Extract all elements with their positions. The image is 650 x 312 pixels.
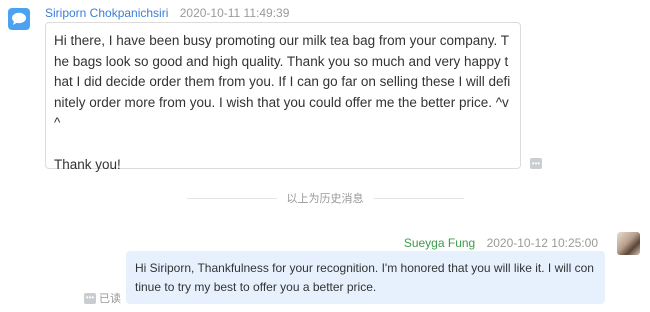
history-divider: 以上为历史消息 [0, 190, 650, 206]
read-status: ••• 已读 [84, 290, 121, 306]
user-avatar[interactable] [617, 232, 640, 255]
incoming-sender-name[interactable]: Siriporn Chokpanichsiri [45, 6, 168, 20]
more-options-icon[interactable]: ••• [84, 292, 96, 304]
history-divider-label: 以上为历史消息 [286, 193, 364, 205]
incoming-timestamp: 2020-10-11 11:49:39 [179, 6, 290, 20]
outgoing-message-bubble[interactable]: Hi Siriporn, Thankfulness for your recog… [126, 251, 605, 304]
outgoing-message-header: Sueyga Fung 2020-10-12 10:25:00 [404, 236, 598, 250]
read-status-label: 已读 [99, 293, 121, 305]
incoming-message-bubble[interactable]: Hi there, I have been busy promoting our… [45, 22, 521, 172]
sender-avatar-icon[interactable] [8, 8, 30, 30]
outgoing-timestamp: 2020-10-12 10:25:00 [486, 236, 598, 250]
incoming-message-text: Hi there, I have been busy promoting our… [54, 33, 511, 172]
divider-line-right [373, 197, 464, 199]
divider-line-left [186, 197, 277, 199]
outgoing-message-text: Hi Siriporn, Thankfulness for your recog… [135, 261, 594, 294]
more-options-icon[interactable]: ••• [530, 158, 542, 169]
outgoing-sender-name[interactable]: Sueyga Fung [404, 236, 475, 250]
incoming-message-header: Siriporn Chokpanichsiri 2020-10-11 11:49… [45, 6, 289, 20]
